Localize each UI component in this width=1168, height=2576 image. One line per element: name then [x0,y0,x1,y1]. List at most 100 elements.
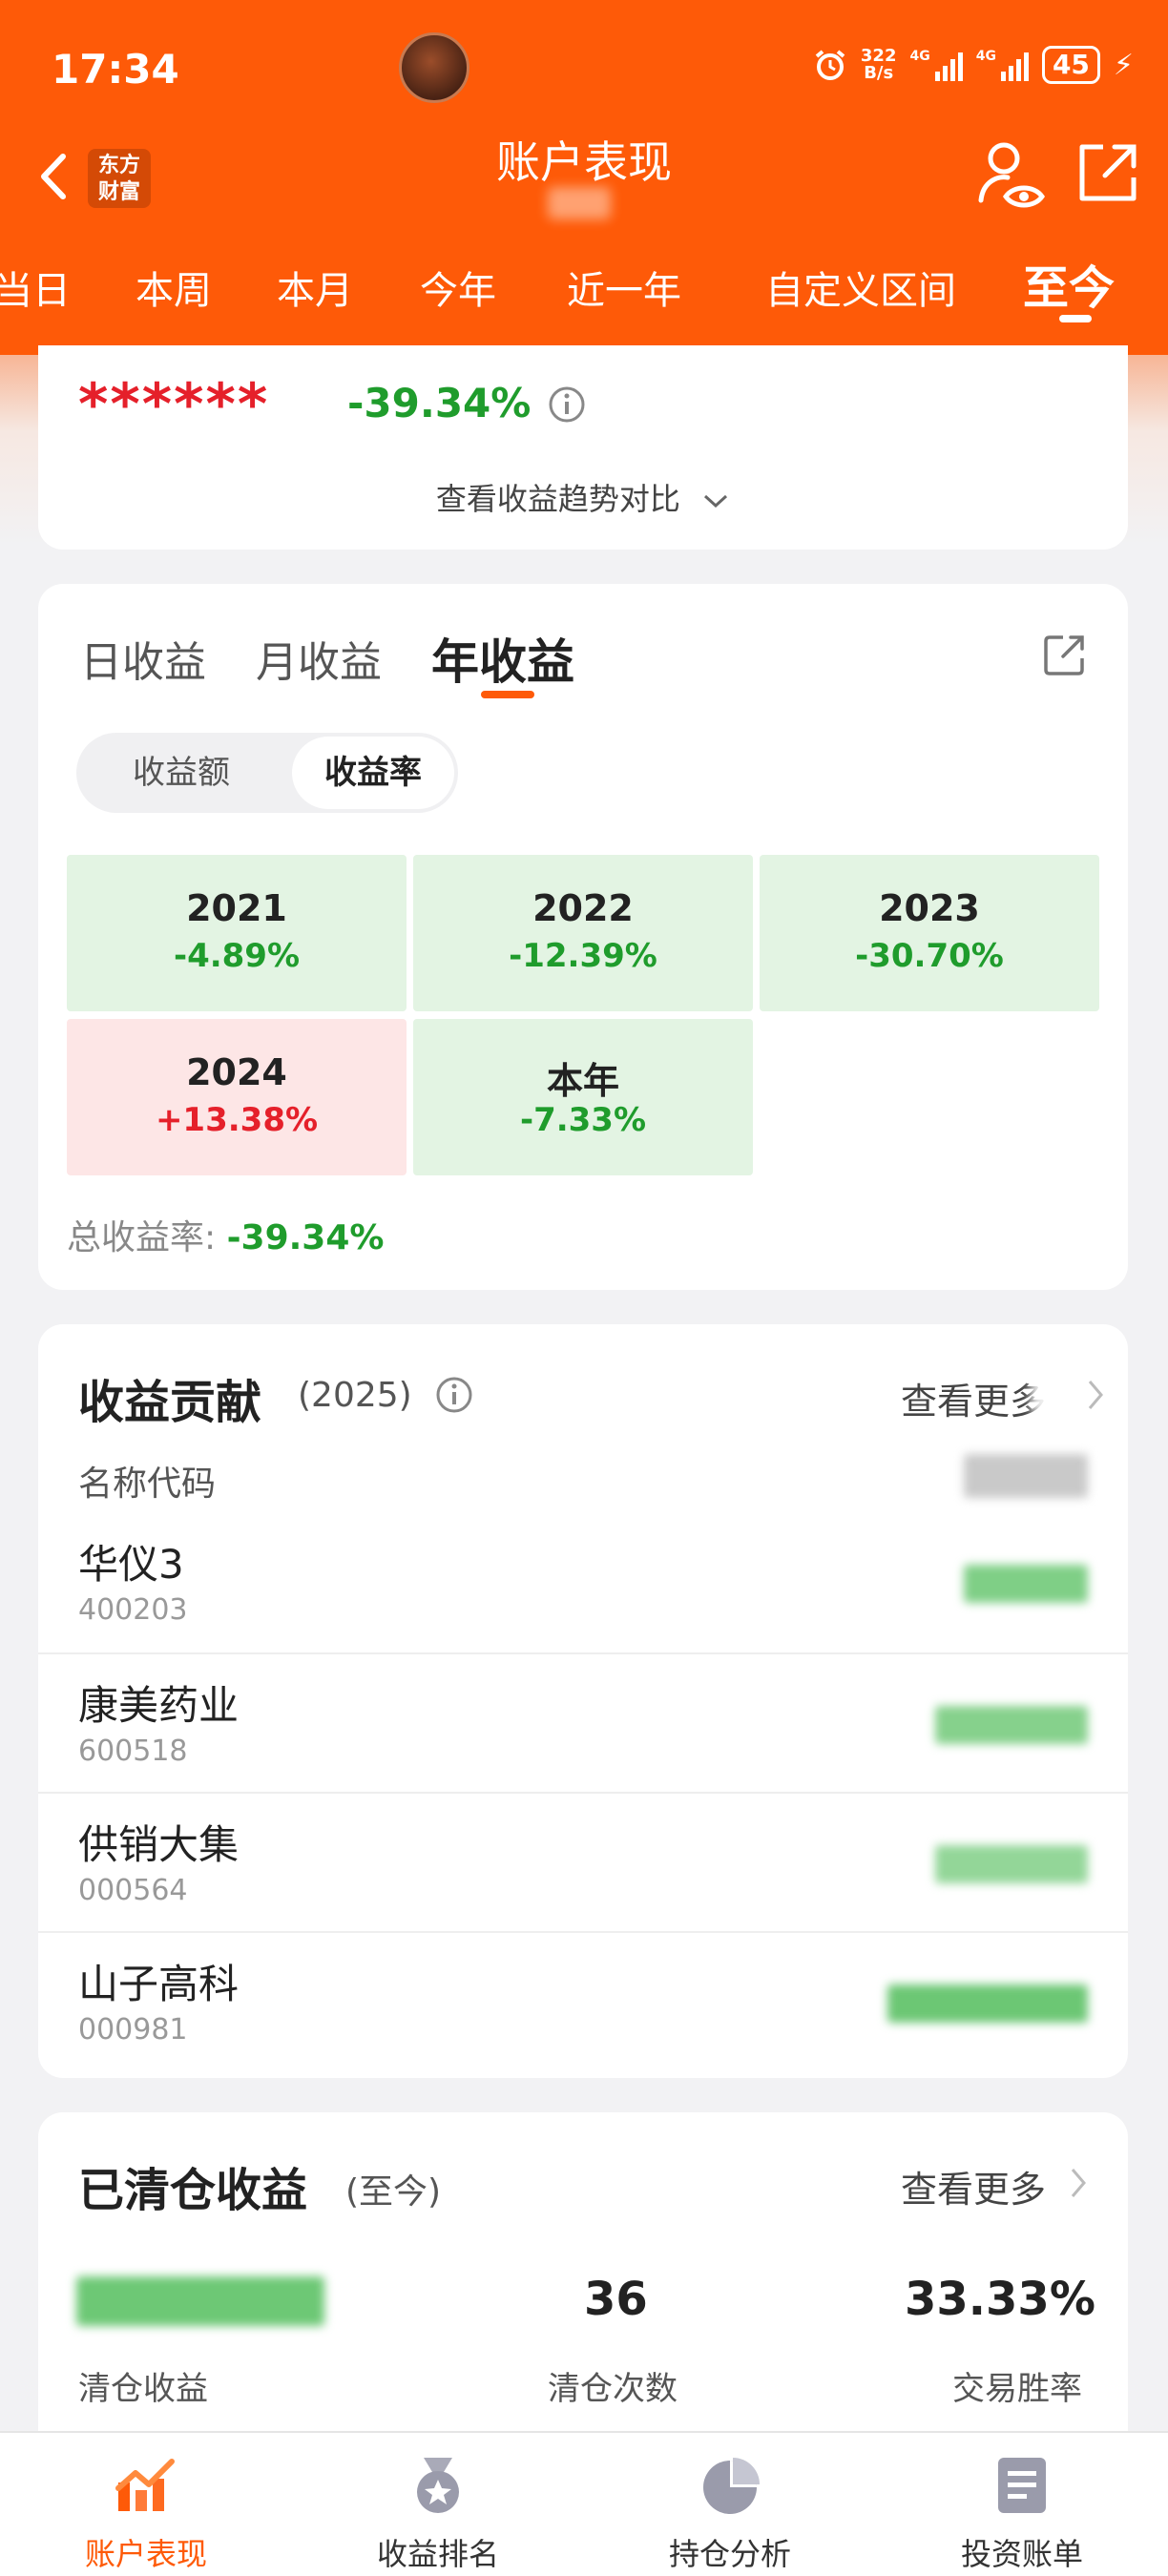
active-tab-indicator [1059,315,1092,322]
year-return: -4.89% [173,937,301,975]
net-speed-unit: B/s [864,63,894,83]
info-icon[interactable] [435,1376,473,1414]
total-return-rate-value: -39.34% [226,1218,385,1257]
table-row[interactable]: 供销大集 000564 [38,1792,1128,1931]
alarm-icon [815,50,845,80]
win-rate-label: 交易胜率 [952,2370,1082,2408]
contribution-year: (2025) [298,1376,412,1415]
stock-name: 华仪3 [78,1541,184,1588]
year-return: -12.39% [509,937,657,975]
contribution-card: 收益贡献 (2025) 查看更多 名称代码 华仪3 400203 康美药业 60… [38,1324,1128,2078]
contribution-title: 收益贡献 [78,1376,262,1429]
year-label: 2022 [532,887,634,929]
year-label: 本年 [546,1060,619,1102]
nav-bar: 东方 财富 账户表现 [0,114,1168,239]
signal-tag: 4G [909,49,930,64]
notification-avatar-icon [399,32,469,103]
redacted-value [935,1845,1088,1883]
stock-code: 600518 [78,1735,188,1768]
account-name-redacted [548,187,611,219]
year-cell[interactable]: 2021 -4.89% [67,855,407,1011]
toggle-amount[interactable]: 收益额 [95,733,267,813]
toggle-rate[interactable]: 收益率 [292,737,454,809]
stock-name: 康美药业 [78,1682,240,1729]
chevron-right-icon [1071,2169,1086,2197]
table-row[interactable]: 华仪3 400203 [38,1513,1128,1652]
closed-count-value: 36 [584,2273,648,2326]
trend-compare-link[interactable]: 查看收益趋势对比 [38,475,1128,519]
profit-tab-indicator [481,691,534,698]
redacted-closed-profit [76,2276,324,2326]
stock-code: 400203 [78,1593,188,1627]
total-return-label: 总收益率: [67,1218,227,1257]
tab-this-month[interactable]: 本月 [277,260,353,315]
stock-code: 000564 [78,1874,188,1907]
app-header: 17:34 322 B/s 4G 4G 45 ⚡ 东方 财富 账户表现 当日 本… [0,0,1168,355]
info-icon[interactable] [548,385,586,424]
year-cell[interactable]: 2024 +13.38% [67,1019,407,1175]
status-bar: 17:34 322 B/s 4G 4G 45 ⚡ [0,0,1168,134]
chart-line-icon [115,2459,175,2511]
nav-label: 账户表现 [84,2536,207,2572]
win-rate-value: 33.33% [905,2273,1095,2326]
year-label: 2024 [186,1051,287,1093]
redacted-value [887,1984,1088,2023]
column-header-name-code: 名称代码 [78,1465,217,1504]
charging-icon: ⚡ [1113,48,1134,82]
tab-custom-range[interactable]: 自定义区间 [765,260,956,315]
signal-icon: 4G [976,49,1029,81]
contribution-more-link[interactable]: 查看更多 [901,1372,1046,1424]
tab-this-year[interactable]: 今年 [420,260,496,315]
year-label: 2023 [879,887,980,929]
stock-name: 山子高科 [78,1961,240,2007]
stock-name: 供销大集 [78,1821,240,1868]
share-icon[interactable] [1042,632,1088,677]
bottom-nav: 账户表现 收益排名 持仓分析 投资账单 [0,2431,1168,2576]
tab-this-week[interactable]: 本周 [136,260,212,315]
tab-monthly-profit[interactable]: 月收益 [256,628,382,689]
total-return-value: -39.34% [347,380,532,426]
tab-to-date[interactable]: 至今 [1023,250,1115,317]
redacted-column-header [964,1454,1088,1498]
user-visibility-icon[interactable] [975,137,1046,214]
year-label: 2021 [186,887,287,929]
table-row[interactable]: 山子高科 000981 [38,1931,1128,2070]
nav-account-performance[interactable]: 账户表现 [0,2433,292,2576]
masked-account-name: ****** [78,371,270,438]
redacted-value [964,1565,1088,1603]
year-return: -30.70% [855,937,1004,975]
share-icon[interactable] [1076,141,1139,204]
tab-daily-profit[interactable]: 日收益 [80,628,206,689]
year-cell[interactable]: 2022 -12.39% [413,855,753,1011]
total-return-rate: 总收益率: -39.34% [67,1210,384,1259]
nav-label: 持仓分析 [668,2536,791,2572]
tab-today[interactable]: 当日 [0,260,71,315]
metric-toggle: 收益额 收益率 [76,733,458,813]
nav-label: 投资账单 [960,2536,1083,2572]
net-speed: 322 B/s [861,48,897,82]
nav-investment-bill[interactable]: 投资账单 [876,2433,1168,2576]
redacted-value [935,1706,1088,1744]
returns-card: 日收益 月收益 年收益 收益额 收益率 2021 -4.89% 2022 -12… [38,584,1128,1290]
medal-icon [417,2458,459,2513]
closed-title: 已清仓收益 [78,2164,308,2217]
closed-more-link[interactable]: 查看更多 [901,2160,1046,2212]
stock-code: 000981 [78,2013,188,2046]
summary-card: ****** -39.34% 查看收益趋势对比 [38,345,1128,550]
bill-icon [998,2458,1046,2513]
signal-tag: 4G [975,49,996,64]
trend-compare-label: 查看收益趋势对比 [435,481,680,517]
chevron-down-icon [704,494,728,509]
nav-profit-ranking[interactable]: 收益排名 [292,2433,584,2576]
nav-label: 收益排名 [376,2536,499,2572]
period-tabs: 当日 本周 本月 今年 近一年 自定义区间 至今 [0,246,1168,342]
closed-count-label: 清仓次数 [548,2370,678,2408]
table-row[interactable]: 康美药业 600518 [38,1652,1128,1792]
closed-subtitle: (至今) [345,2172,442,2212]
tab-yearly-profit[interactable]: 年收益 [431,624,574,693]
nav-holdings-analysis[interactable]: 持仓分析 [584,2433,876,2576]
signal-icon: 4G [909,49,963,81]
tab-last-year[interactable]: 近一年 [567,260,681,315]
year-cell[interactable]: 2023 -30.70% [760,855,1099,1011]
year-cell[interactable]: 本年 -7.33% [413,1019,753,1175]
